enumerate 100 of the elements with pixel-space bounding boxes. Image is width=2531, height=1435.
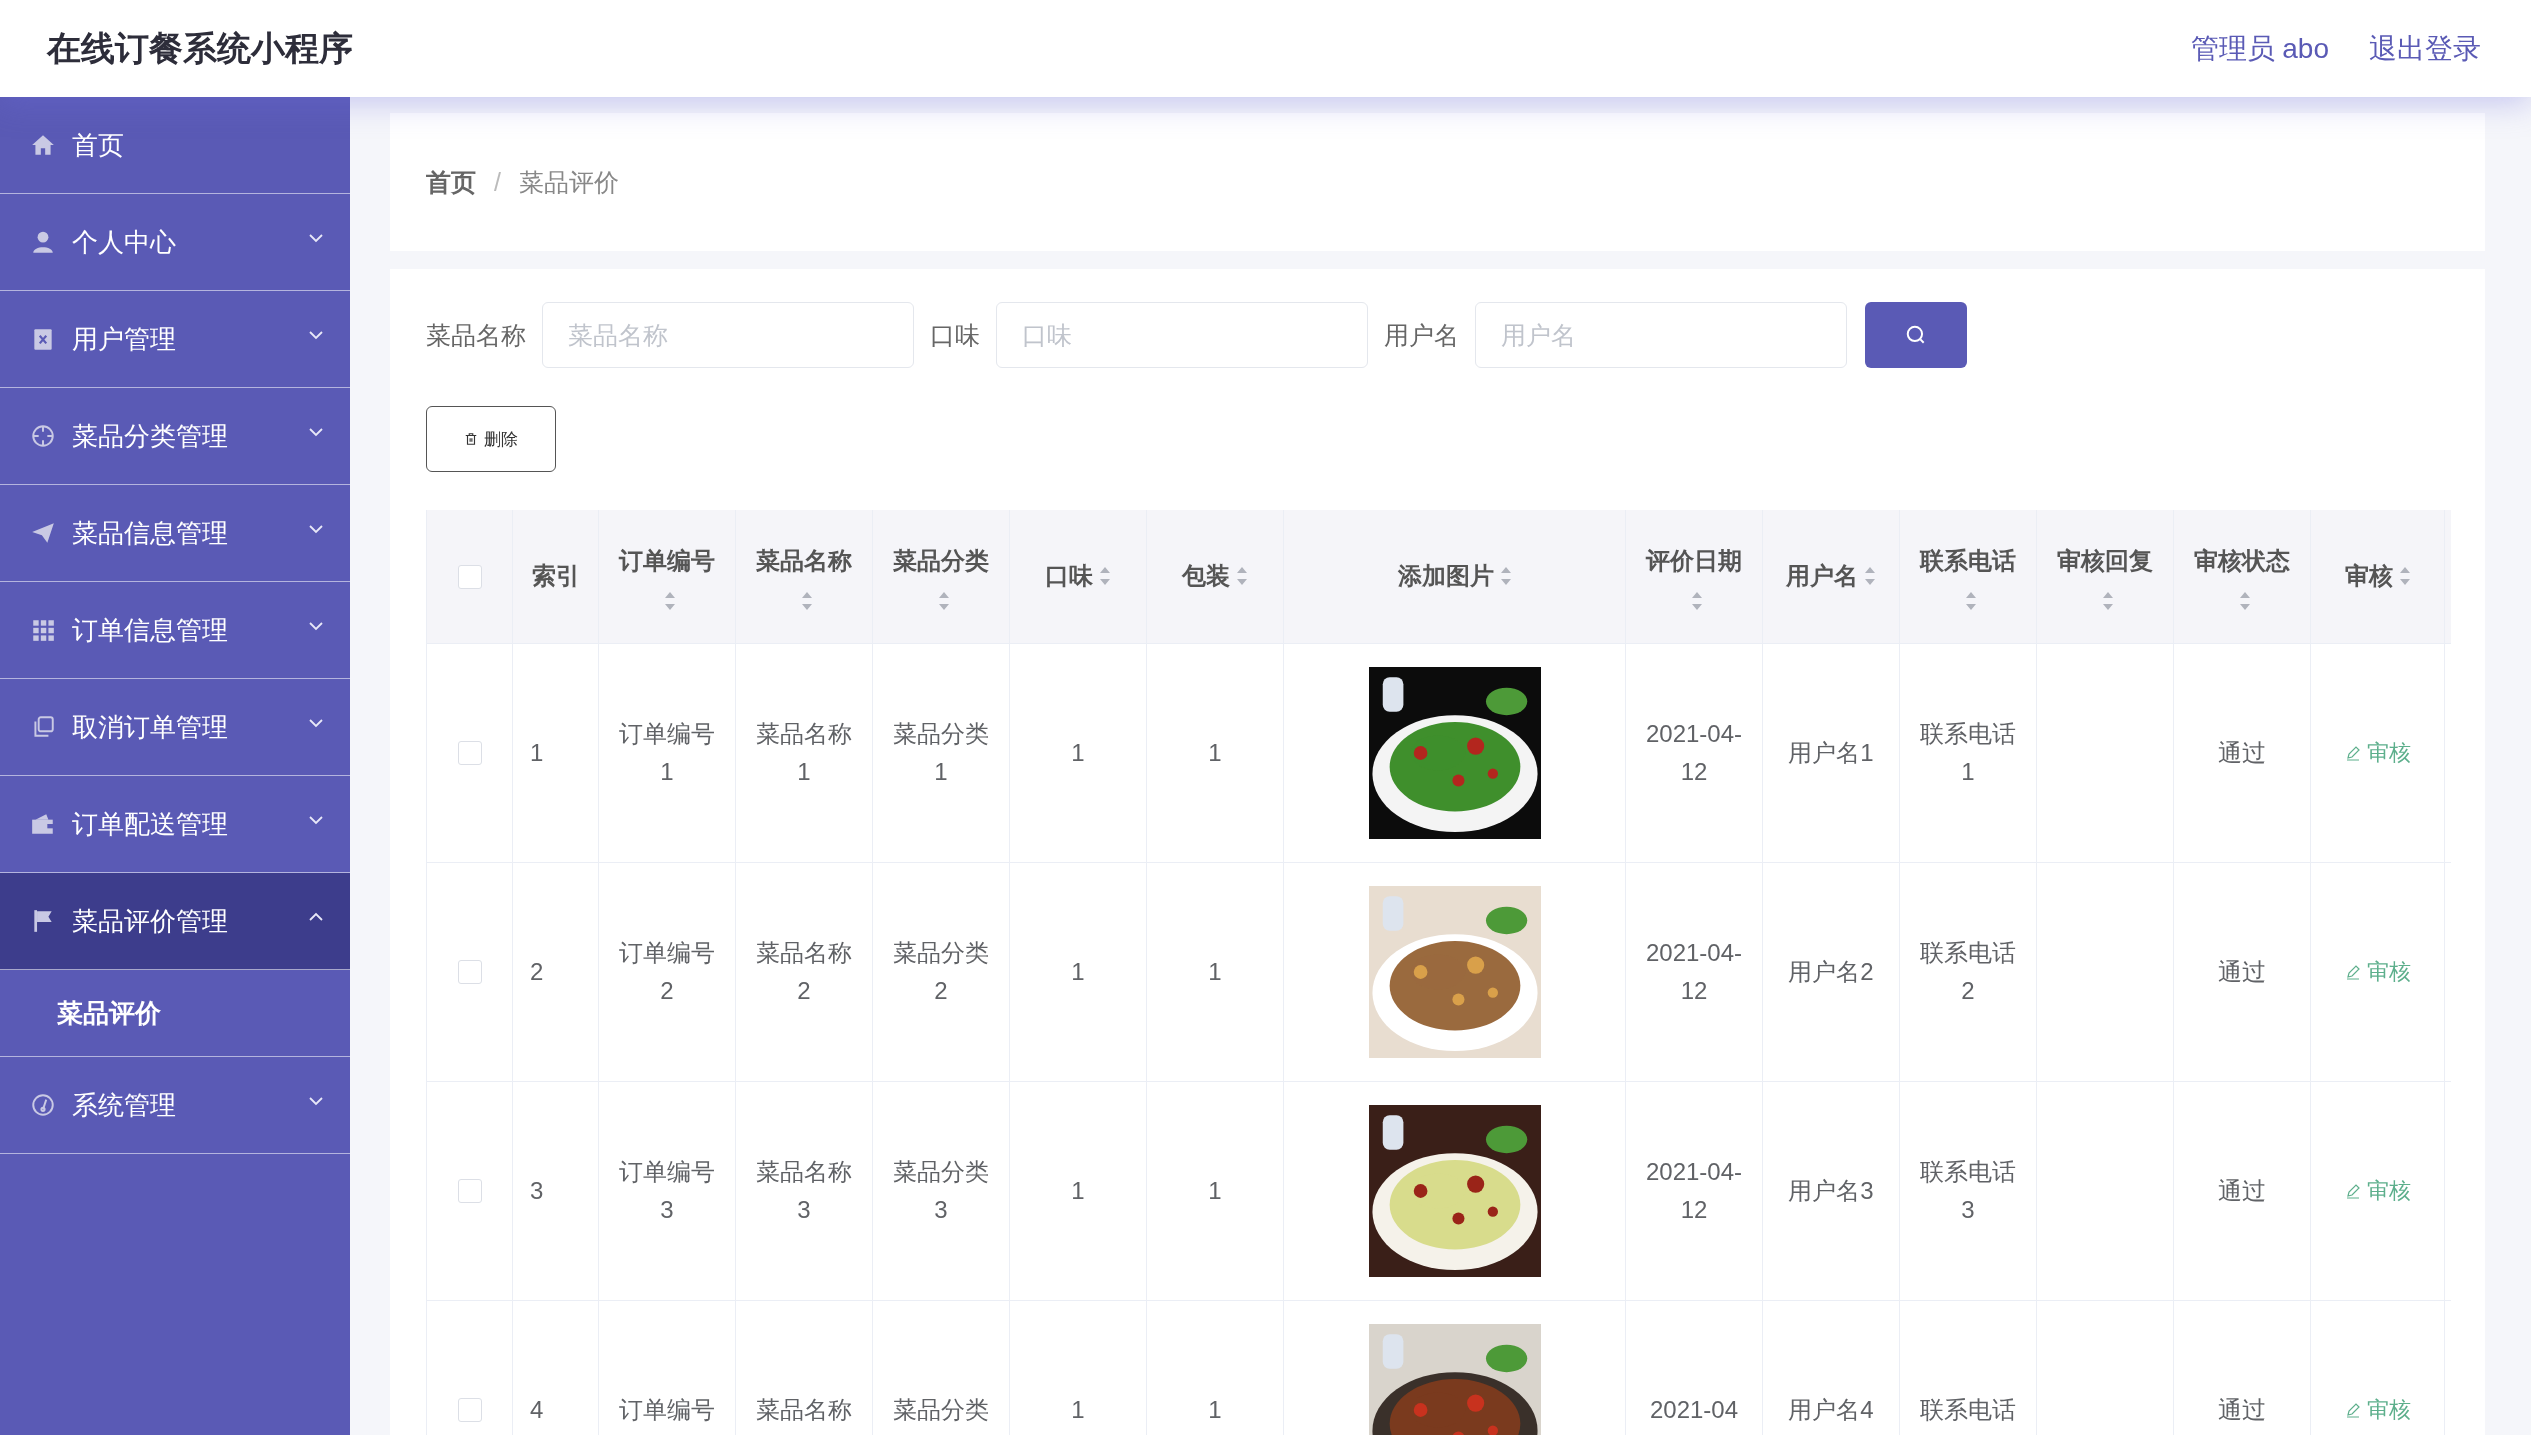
menu-item[interactable]: 菜品分类管理 [0,388,350,485]
submenu-item[interactable]: 菜品评价 [0,970,350,1057]
chevron-icon [308,330,324,340]
search-button[interactable] [1865,302,1967,368]
chevron-icon [308,1096,324,1106]
menu-item[interactable]: 用户管理 [0,291,350,388]
column-header[interactable]: 审核 [2344,557,2411,596]
pencil-icon [2344,964,2361,980]
table-cell-text: 1 [1071,1175,1085,1206]
breadcrumb-separator: / [494,167,501,197]
app-title: 在线订餐系统小程序 [47,27,353,69]
column-header[interactable]: 添加图片 [1397,557,1512,596]
field-label: 口味 [930,319,980,351]
chevron-icon [308,233,324,243]
column-header[interactable]: 用户名 [1786,557,1876,596]
pencil-icon [2344,1402,2361,1418]
table-cell-text: 用户名3 [1788,1175,1874,1206]
crosshair-icon [30,423,56,449]
table-cell-text: 菜品名称3 [755,1156,853,1225]
table-cell-text: 通过 [2218,956,2266,987]
table-cell-text: 联系电话2 [1919,937,2017,1006]
table-cell-text: 用户名4 [1788,1394,1874,1425]
table-cell-text: 通过 [2218,1175,2266,1206]
delete-button[interactable]: 删除 [426,406,556,472]
breadcrumb-link[interactable]: 菜品评价 [518,165,619,199]
checkbox[interactable] [457,960,482,984]
menu-item[interactable]: 订单信息管理 [0,582,350,679]
field-label: 用户名 [1384,319,1459,351]
table-cell-text: 通过 [2218,1394,2266,1425]
table-cell-text: 订单编号2 [618,937,716,1006]
pencil-icon [2344,745,2361,761]
table-cell-text: 2021-04 [1649,1394,1739,1425]
table-cell-text: 1 [1071,956,1085,987]
gauge-icon [30,1092,56,1118]
table-cell-text: 菜品分类1 [892,718,990,787]
table-cell-text: 联系电话3 [1919,1156,2017,1225]
table-cell-text: 联系电话 [1920,1394,2016,1425]
column-header[interactable]: 评价日期 [1643,542,1745,611]
search-field[interactable]: 菜品名称 [542,302,914,368]
pencil-icon [2344,1183,2361,1199]
table-cell-text: 联系电话1 [1919,718,2017,787]
table-cell-text: 2 [530,956,544,987]
chevron-icon [308,427,324,437]
field-label: 菜品名称 [426,319,526,351]
breadcrumb-link[interactable]: 首页 [426,165,476,199]
search-field[interactable]: 口味 [996,302,1368,368]
table-cell-text: 4 [530,1394,544,1425]
column-header[interactable]: 索引 [531,557,580,596]
table-cell-text: 订单编号3 [618,1156,716,1225]
menu-item[interactable]: 菜品评价管理 [0,873,350,970]
table-cell-text: 3 [530,1175,544,1206]
checkbox[interactable] [457,1398,482,1422]
menu-item[interactable]: 系统管理 [0,1057,350,1154]
table-cell-text: 1 [1071,1394,1085,1425]
table-cell-text: 2021-04-12 [1644,718,1744,787]
trash-icon [464,432,478,446]
column-header[interactable]: 审核状态 [2191,542,2293,611]
logout-link[interactable]: 退出登录 [2369,29,2481,68]
table-cell-text: 1 [1208,1394,1222,1425]
table-cell-text: 菜品名称 [756,1394,852,1425]
menu-item[interactable]: 首页 [0,97,350,194]
column-header[interactable]: 联系电话 [1917,542,2019,611]
column-header[interactable]: 菜品分类 [890,542,992,611]
chevron-icon [308,718,324,728]
column-header[interactable]: 订单编号 [616,542,718,611]
table-cell-text: 1 [1208,1175,1222,1206]
column-header[interactable]: 菜品名称 [753,542,855,611]
menu-item[interactable]: 菜品信息管理 [0,485,350,582]
chevron-icon [308,912,324,922]
user-icon [30,229,56,255]
table-cell-text: 菜品名称1 [755,718,853,787]
table-cell-text: 用户名2 [1788,956,1874,987]
table-cell-text: 菜品分类 [893,1394,989,1425]
column-header[interactable]: 包装 [1182,557,1248,596]
admin-link[interactable]: 管理员 abo [2190,29,2329,68]
column-header[interactable]: 审核回复 [2054,542,2156,611]
table-cell-text: 通过 [2218,737,2266,768]
table-cell-text: 订单编号1 [618,718,716,787]
menu-item[interactable]: 取消订单管理 [0,679,350,776]
table-cell-text: 1 [530,737,544,768]
checkbox[interactable] [457,564,482,589]
grid-icon [30,617,56,643]
table-cell-text: 菜品名称2 [755,937,853,1006]
menu-item[interactable]: 个人中心 [0,194,350,291]
column-header[interactable]: 口味 [1045,557,1111,596]
table-cell-text: 菜品分类2 [892,937,990,1006]
checkbox[interactable] [457,1179,482,1203]
table-cell-text: 2021-04-12 [1644,1156,1744,1225]
chevron-icon [308,524,324,534]
search-icon [1905,324,1927,346]
table-cell-text: 用户名1 [1788,737,1874,768]
search-field[interactable]: 用户名 [1475,302,1847,368]
table-cell-text: 菜品分类3 [892,1156,990,1225]
table-cell-text: 订单编号 [619,1394,715,1425]
checkbox[interactable] [457,741,482,765]
chevron-icon [308,621,324,631]
table-cell-text: 1 [1208,737,1222,768]
table-cell-text: 1 [1071,737,1085,768]
table-cell-text: 1 [1208,956,1222,987]
chevron-icon [308,815,324,825]
